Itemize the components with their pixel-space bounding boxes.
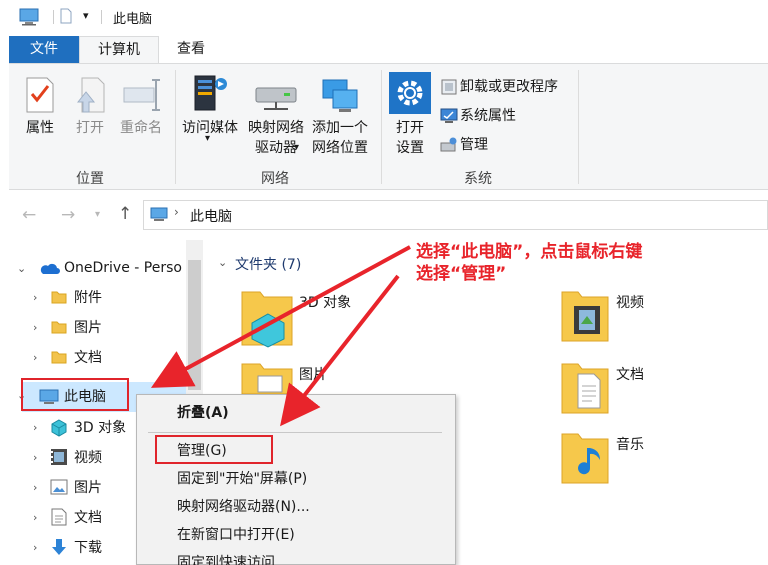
annotation-arrows bbox=[150, 245, 411, 427]
annotation-line-2: 选择“管理” bbox=[416, 264, 507, 284]
arrow-to-this-pc bbox=[150, 245, 411, 388]
arrow-to-manage bbox=[280, 274, 400, 427]
annotation-line-1: 选择“此电脑”，点击鼠标右键 bbox=[416, 242, 643, 262]
